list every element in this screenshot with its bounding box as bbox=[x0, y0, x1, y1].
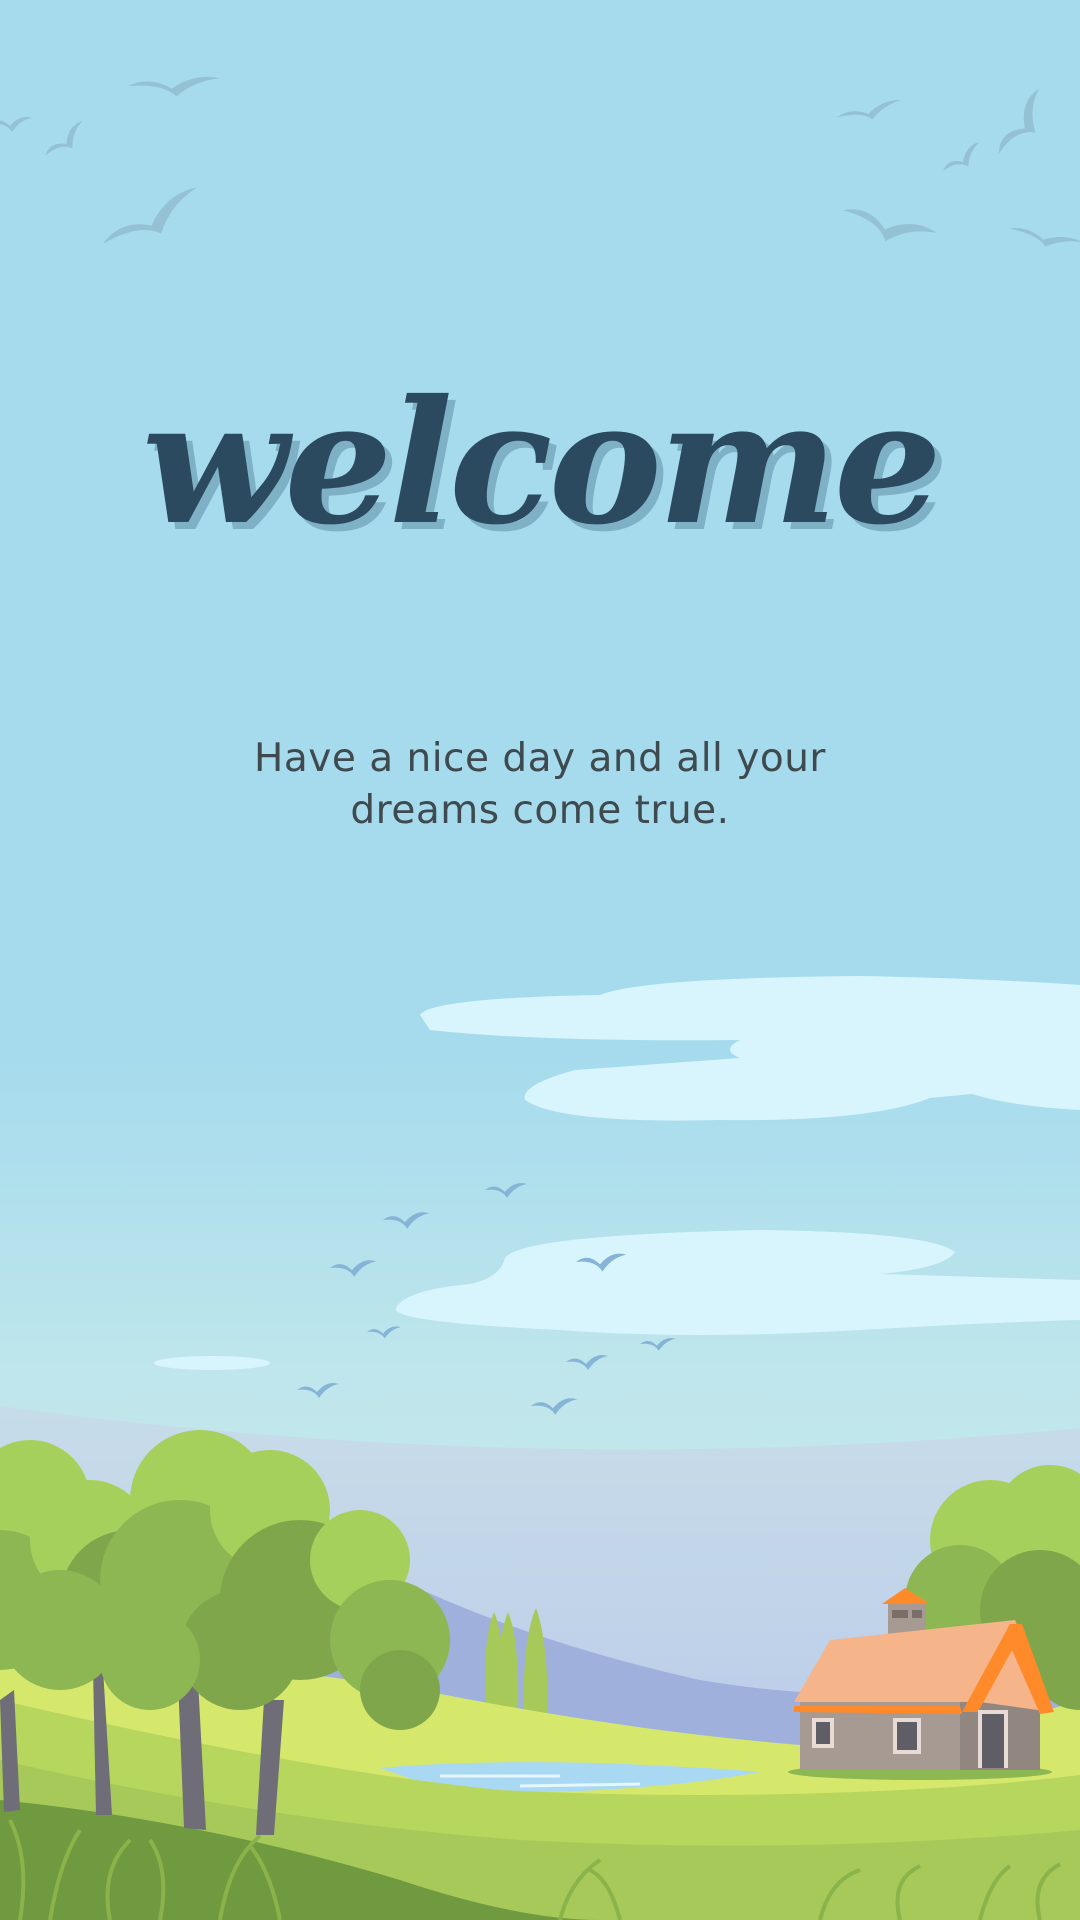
greeting-line-2: dreams come true. bbox=[350, 788, 730, 833]
greeting-message: Have a nice day and all your dreams come… bbox=[240, 733, 840, 837]
greeting-line-1: Have a nice day and all your bbox=[254, 736, 826, 781]
welcome-title: welcome bbox=[141, 363, 942, 563]
landscape-background bbox=[0, 0, 1080, 1920]
